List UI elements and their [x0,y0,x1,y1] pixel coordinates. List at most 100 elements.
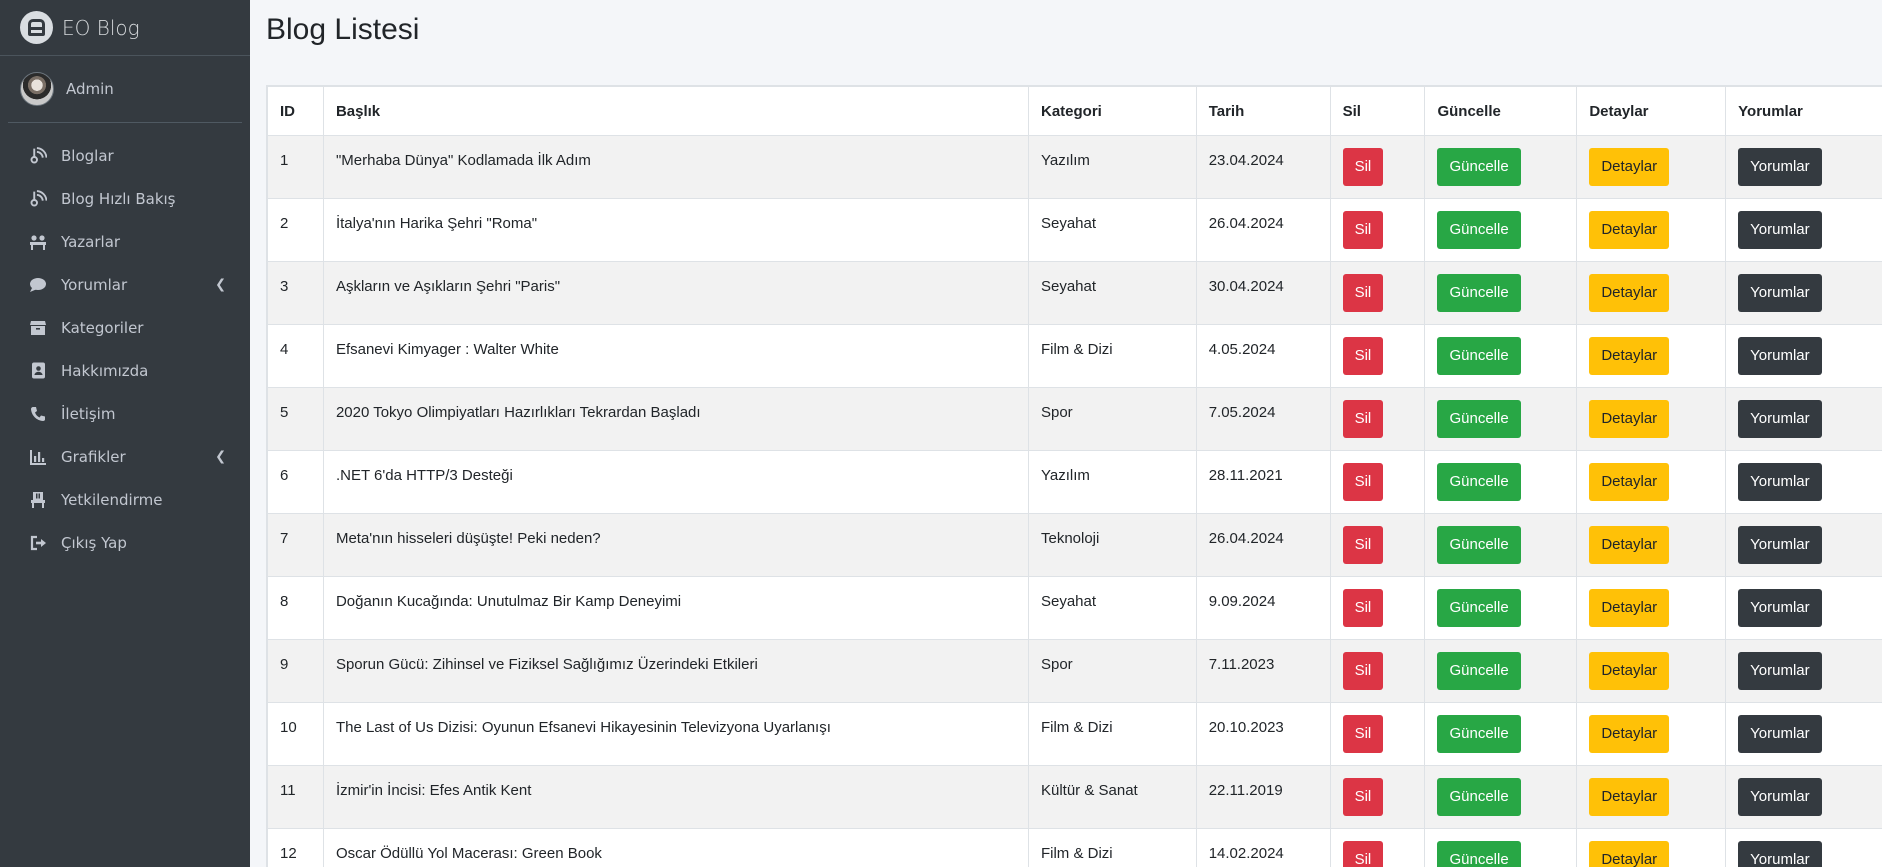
comments-button[interactable]: Yorumlar [1738,337,1822,375]
sidebar-item-yorumlar[interactable]: Yorumlar ❮ [0,263,250,306]
update-button[interactable]: Güncelle [1437,400,1521,438]
delete-cell: Sil [1329,828,1426,867]
update-button[interactable]: Güncelle [1437,337,1521,375]
column-header-category: Kategori [1027,86,1197,136]
blog-icon [28,190,48,208]
blog-icon [28,147,48,165]
comments-button[interactable]: Yorumlar [1738,652,1822,690]
comments-button[interactable]: Yorumlar [1738,526,1822,564]
update-button[interactable]: Güncelle [1437,778,1521,816]
sidebar-item-label: Yazarlar [61,232,121,251]
comments-button[interactable]: Yorumlar [1738,841,1822,867]
column-header-delete: Sil [1329,86,1426,136]
cell-title: Sporun Gücü: Zihinsel ve Fiziksel Sağlığ… [322,639,1029,703]
delete-button[interactable]: Sil [1342,778,1384,816]
update-button[interactable]: Güncelle [1437,463,1521,501]
details-button[interactable]: Detaylar [1589,715,1670,753]
sidebar-item-cikis-yap[interactable]: Çıkış Yap [0,521,250,564]
details-button[interactable]: Detaylar [1589,589,1670,627]
comments-button[interactable]: Yorumlar [1738,463,1822,501]
column-header-comments: Yorumlar [1725,86,1882,136]
update-button[interactable]: Güncelle [1437,841,1521,867]
table-row: 12 Oscar Ödüllü Yol Macerası: Green Book F… [267,828,1882,867]
table-header-row: ID Başlık Kategori Tarih Sil Güncelle De… [267,86,1882,136]
cell-category: Film & Dizi [1027,324,1197,388]
sidebar-item-yetkilendirme[interactable]: Yetkilendirme [0,478,250,521]
blog-table: ID Başlık Kategori Tarih Sil Güncelle De… [267,86,1882,867]
sidebar-item-iletisim[interactable]: İletişim [0,392,250,435]
delete-cell: Sil [1329,702,1426,766]
details-button[interactable]: Detaylar [1589,652,1670,690]
brand-link[interactable]: EO Blog [0,0,250,56]
cell-date: 4.05.2024 [1195,324,1331,388]
delete-button[interactable]: Sil [1342,337,1384,375]
cell-title: Efsanevi Kimyager : Walter White [322,324,1029,388]
comments-button[interactable]: Yorumlar [1738,778,1822,816]
cell-title: İzmir'in İncisi: Efes Antik Kent [322,765,1029,829]
user-panel[interactable]: Admin [8,56,242,123]
delete-cell: Sil [1329,387,1426,451]
delete-button[interactable]: Sil [1342,148,1384,186]
table-row: 3 Aşkların ve Aşıkların Şehri "Paris" Seya… [267,261,1882,325]
delete-button[interactable]: Sil [1342,211,1384,249]
details-button[interactable]: Detaylar [1589,148,1670,186]
user-name: Admin [66,80,114,98]
details-cell: Detaylar [1576,765,1727,829]
update-button[interactable]: Güncelle [1437,589,1521,627]
delete-cell: Sil [1329,765,1426,829]
details-button[interactable]: Detaylar [1589,841,1670,867]
comments-button[interactable]: Yorumlar [1738,211,1822,249]
details-button[interactable]: Detaylar [1589,463,1670,501]
sidebar-item-kategoriler[interactable]: Kategoriler [0,306,250,349]
cell-id: 12 [267,828,324,867]
sidebar-item-blog-quick-view[interactable]: Blog Hızlı Bakış [0,177,250,220]
update-button[interactable]: Güncelle [1437,652,1521,690]
sidebar-item-hakkimizda[interactable]: Hakkımızda [0,349,250,392]
comments-button[interactable]: Yorumlar [1738,589,1822,627]
delete-button[interactable]: Sil [1342,463,1384,501]
details-button[interactable]: Detaylar [1589,211,1670,249]
table-row: 10 The Last of Us Dizisi: Oyunun Efsanevi… [267,702,1882,766]
delete-button[interactable]: Sil [1342,652,1384,690]
details-cell: Detaylar [1576,639,1727,703]
cell-title: Meta'nın hisseleri düşüşte! Peki neden? [322,513,1029,577]
details-button[interactable]: Detaylar [1589,274,1670,312]
update-button[interactable]: Güncelle [1437,211,1521,249]
comments-button[interactable]: Yorumlar [1738,274,1822,312]
details-cell: Detaylar [1576,576,1727,640]
comments-button[interactable]: Yorumlar [1738,400,1822,438]
sidebar-item-bloglar[interactable]: Bloglar [0,134,250,177]
details-button[interactable]: Detaylar [1589,337,1670,375]
cell-category: Teknoloji [1027,513,1197,577]
sidebar-item-yazarlar[interactable]: Yazarlar [0,220,250,263]
delete-button[interactable]: Sil [1342,526,1384,564]
update-cell: Güncelle [1424,450,1578,514]
cell-title: Oscar Ödüllü Yol Macerası: Green Book [322,828,1029,867]
update-button[interactable]: Güncelle [1437,715,1521,753]
details-button[interactable]: Detaylar [1589,526,1670,564]
delete-button[interactable]: Sil [1342,841,1384,867]
delete-cell: Sil [1329,261,1426,325]
column-header-details: Detaylar [1576,86,1727,136]
delete-button[interactable]: Sil [1342,589,1384,627]
sidebar-item-grafikler[interactable]: Grafikler ❮ [0,435,250,478]
comments-button[interactable]: Yorumlar [1738,715,1822,753]
details-cell: Detaylar [1576,135,1727,199]
delete-button[interactable]: Sil [1342,400,1384,438]
column-header-id: ID [267,86,324,136]
delete-cell: Sil [1329,324,1426,388]
cell-date: 26.04.2024 [1195,513,1331,577]
comments-button[interactable]: Yorumlar [1738,148,1822,186]
update-button[interactable]: Güncelle [1437,526,1521,564]
delete-button[interactable]: Sil [1342,274,1384,312]
update-button[interactable]: Güncelle [1437,148,1521,186]
cell-id: 6 [267,450,324,514]
delete-button[interactable]: Sil [1342,715,1384,753]
comments-cell: Yorumlar [1725,324,1882,388]
column-header-date: Tarih [1195,86,1331,136]
comments-cell: Yorumlar [1725,198,1882,262]
cell-id: 2 [267,198,324,262]
update-button[interactable]: Güncelle [1437,274,1521,312]
details-button[interactable]: Detaylar [1589,778,1670,816]
details-button[interactable]: Detaylar [1589,400,1670,438]
